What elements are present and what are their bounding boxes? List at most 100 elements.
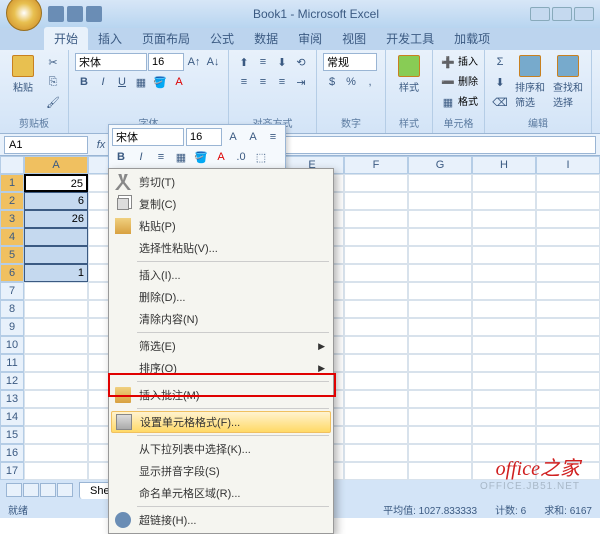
cell[interactable] [408,336,472,354]
row-header[interactable]: 6 [0,264,24,282]
cell[interactable] [536,408,600,426]
tab-layout[interactable]: 页面布局 [132,27,200,50]
tab-insert[interactable]: 插入 [88,27,132,50]
tab-view[interactable]: 视图 [332,27,376,50]
indent-button[interactable]: ⇥ [292,73,310,91]
cell[interactable] [472,264,536,282]
col-header[interactable]: F [344,156,408,174]
sheet-nav-first[interactable] [6,483,22,497]
tab-formulas[interactable]: 公式 [200,27,244,50]
cell[interactable] [344,264,408,282]
align-middle-button[interactable]: ≡ [254,53,272,71]
row-header[interactable]: 12 [0,372,24,390]
italic-button[interactable]: I [94,73,112,91]
cell[interactable] [24,336,88,354]
mini-size-combo[interactable]: 16 [186,128,222,146]
cell[interactable] [408,264,472,282]
cell[interactable] [24,444,88,462]
styles-button[interactable]: 样式 [392,53,426,96]
cell[interactable] [344,210,408,228]
tab-addins[interactable]: 加载项 [444,27,500,50]
sheet-nav-next[interactable] [40,483,56,497]
cell[interactable] [536,336,600,354]
row-header[interactable]: 9 [0,318,24,336]
tab-data[interactable]: 数据 [244,27,288,50]
mini-font-color[interactable]: A [212,148,230,166]
row-header[interactable]: 7 [0,282,24,300]
name-box[interactable]: A1 [4,136,88,154]
mini-decimal[interactable]: .0 [232,148,250,166]
font-name-combo[interactable]: 宋体 [75,53,147,71]
context-menu-item[interactable]: 插入(I)... [111,264,331,286]
sheet-nav-prev[interactable] [23,483,39,497]
cell[interactable]: 6 [24,192,88,210]
cell[interactable] [472,300,536,318]
row-header[interactable]: 1 [0,174,24,192]
row-header[interactable]: 16 [0,444,24,462]
context-menu-item[interactable]: 设置单元格格式(F)... [111,411,331,433]
mini-merge[interactable]: ⬚ [252,148,270,166]
cell[interactable] [536,444,600,462]
cell[interactable] [344,426,408,444]
align-center-button[interactable]: ≡ [254,73,272,91]
cell[interactable] [24,318,88,336]
cell[interactable] [408,372,472,390]
cell[interactable] [536,282,600,300]
office-button[interactable] [6,0,42,31]
cut-button[interactable]: ✂ [44,53,62,71]
grow-font-button[interactable]: A↑ [185,53,203,71]
cell[interactable] [536,210,600,228]
cell[interactable] [24,282,88,300]
cell[interactable] [472,228,536,246]
cell[interactable] [536,192,600,210]
mini-align[interactable]: ≡ [152,148,170,166]
border-button[interactable]: ▦ [132,73,150,91]
mini-style[interactable]: ≡ [264,128,282,146]
maximize-button[interactable] [552,7,572,21]
row-header[interactable]: 13 [0,390,24,408]
sheet-nav-last[interactable] [57,483,73,497]
cells-delete-button[interactable]: ➖ [439,73,457,91]
cell[interactable] [536,264,600,282]
context-menu-item[interactable]: 从下拉列表中选择(K)... [111,438,331,460]
cell[interactable] [472,336,536,354]
sort-filter-button[interactable]: 排序和筛选 [513,53,547,111]
fill-button[interactable]: ⬇ [491,73,509,91]
cell[interactable] [472,444,536,462]
cell[interactable] [408,390,472,408]
row-header[interactable]: 8 [0,300,24,318]
row-header[interactable]: 5 [0,246,24,264]
tab-dev[interactable]: 开发工具 [376,27,444,50]
cell[interactable] [536,318,600,336]
align-top-button[interactable]: ⬆ [235,53,253,71]
mini-italic[interactable]: I [132,148,150,166]
qat-undo-icon[interactable] [67,6,83,22]
cell[interactable] [536,426,600,444]
row-header[interactable]: 14 [0,408,24,426]
cell[interactable] [408,174,472,192]
row-header[interactable]: 4 [0,228,24,246]
cell[interactable] [472,426,536,444]
cell[interactable] [472,246,536,264]
cell[interactable] [344,462,408,480]
qat-redo-icon[interactable] [86,6,102,22]
font-size-combo[interactable]: 16 [148,53,184,71]
cells-format-button[interactable]: ▦ [439,93,457,111]
mini-font-combo[interactable]: 宋体 [112,128,184,146]
cell[interactable] [408,228,472,246]
cell[interactable] [472,282,536,300]
cell[interactable] [408,300,472,318]
paste-button[interactable]: 粘贴 [6,53,40,96]
mini-fill[interactable]: 🪣 [192,148,210,166]
number-format-combo[interactable]: 常规 [323,53,377,71]
bold-button[interactable]: B [75,73,93,91]
cell[interactable] [344,354,408,372]
cell[interactable] [408,192,472,210]
mini-border[interactable]: ▦ [172,148,190,166]
cell[interactable] [472,318,536,336]
cell[interactable] [536,372,600,390]
select-all-corner[interactable] [0,156,24,174]
clear-button[interactable]: ⌫ [491,93,509,111]
cell[interactable] [536,246,600,264]
cell[interactable] [344,282,408,300]
